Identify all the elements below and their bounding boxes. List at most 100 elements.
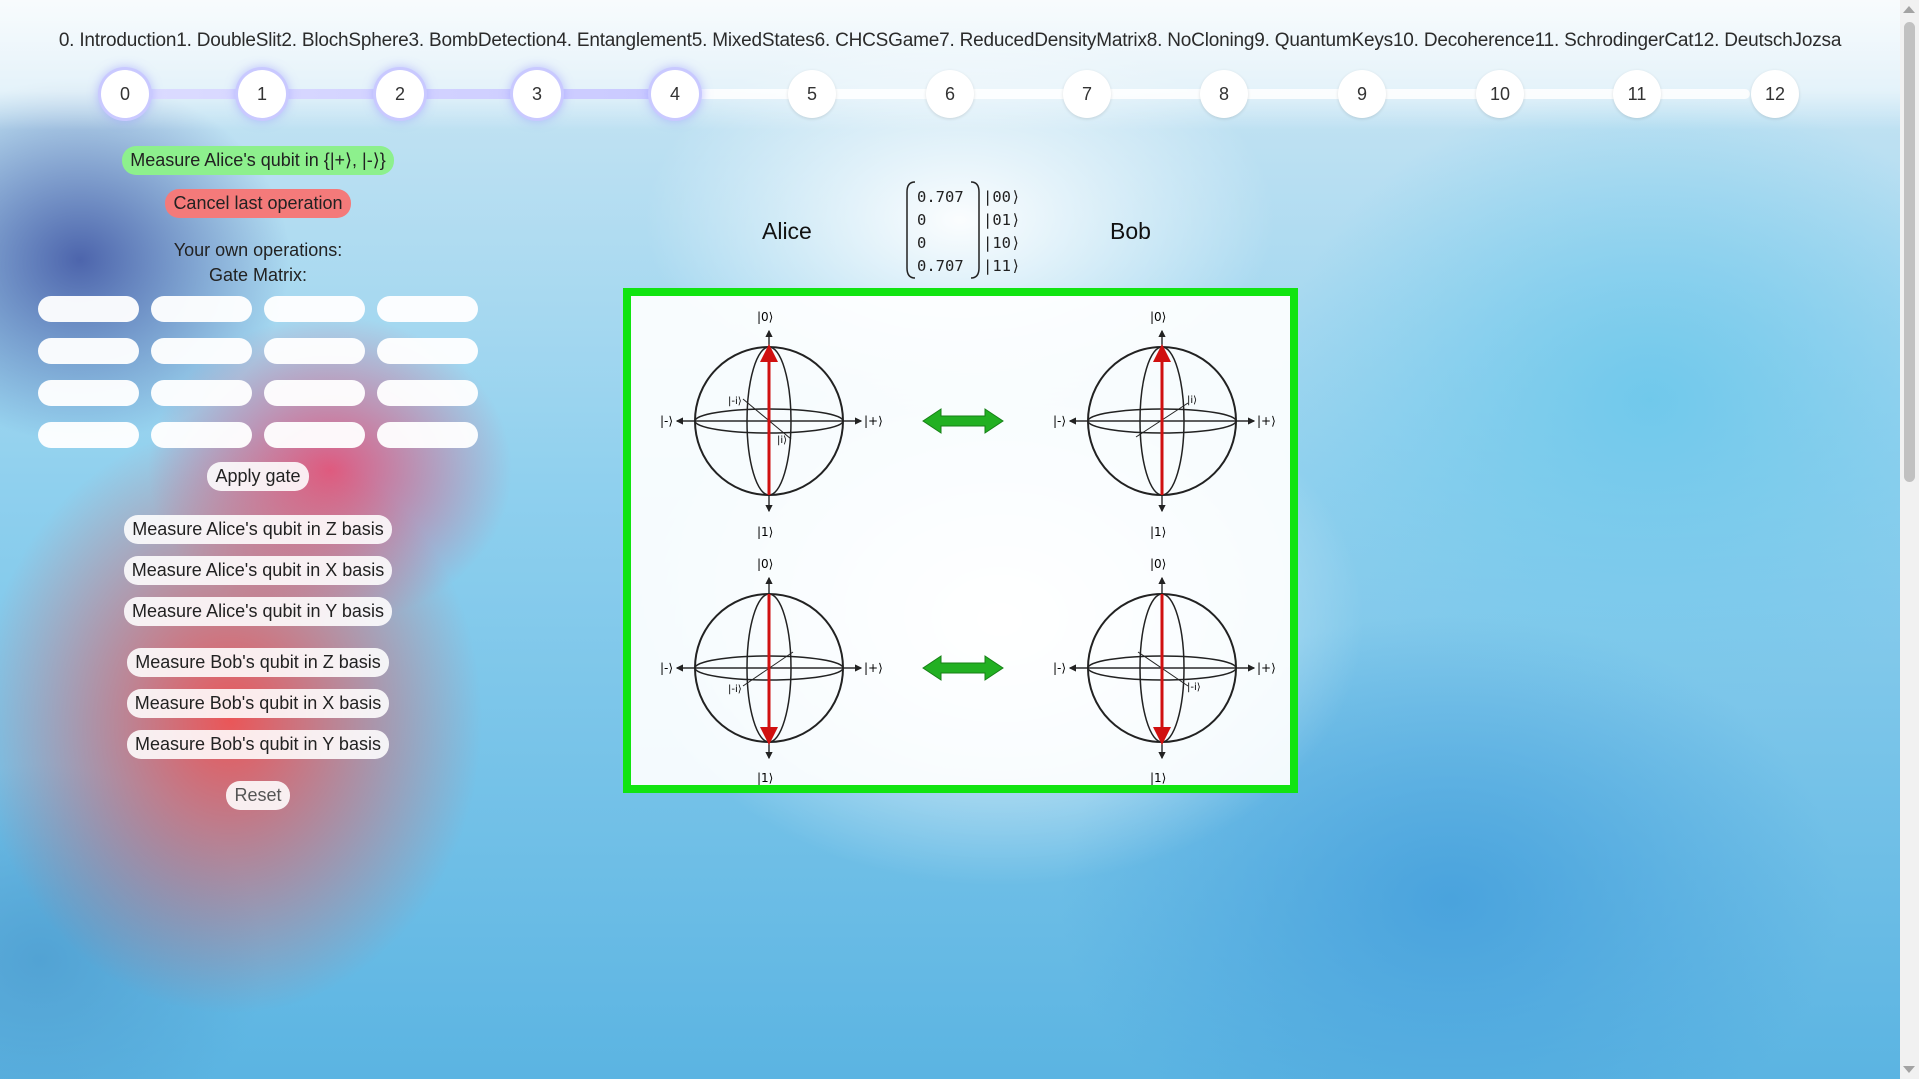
gate-matrix-cell[interactable] <box>151 380 252 406</box>
measure-bob-x-button[interactable]: Measure Bob's qubit in X basis <box>126 689 390 718</box>
measure-alice-plusminus-button[interactable]: Measure Alice's qubit in {|+⟩, |-⟩} <box>122 146 394 175</box>
tutorial-link-10[interactable]: 10. Decoherence <box>1393 30 1535 51</box>
alice-top-plus-label: |+⟩ <box>864 414 883 428</box>
step-2[interactable]: 2 <box>376 70 424 118</box>
alice-top-minus-label: |-⟩ <box>660 414 673 428</box>
step-progress-bar: 0 1 2 3 4 5 6 7 8 9 10 11 12 <box>100 70 1799 118</box>
tutorial-link-4[interactable]: 4. Entanglement <box>556 30 692 51</box>
bob-bottom-one-label: |1⟩ <box>1150 771 1166 785</box>
tutorial-link-9[interactable]: 9. QuantumKeys <box>1254 30 1393 51</box>
tutorial-link-0[interactable]: 0. Introduction <box>59 30 177 51</box>
measure-bob-y-button[interactable]: Measure Bob's qubit in Y basis <box>127 730 389 759</box>
gate-matrix-cell[interactable] <box>38 422 139 448</box>
gate-matrix-cell[interactable] <box>264 422 365 448</box>
gate-matrix-cell[interactable] <box>264 380 365 406</box>
measure-bob-z-button[interactable]: Measure Bob's qubit in Z basis <box>127 648 389 677</box>
tutorial-link-8[interactable]: 8. NoCloning <box>1147 30 1255 51</box>
tutorial-name-list: 0. Introduction1. DoubleSlit2. BlochSphe… <box>0 30 1900 52</box>
step-0[interactable]: 0 <box>101 70 149 118</box>
gate-matrix-label: Gate Matrix: <box>208 265 308 285</box>
gate-matrix-cell[interactable] <box>264 296 365 322</box>
gate-matrix-cell[interactable] <box>377 338 478 364</box>
bloch-sphere-alice-bottom <box>675 576 863 760</box>
amplitude-01: 0 <box>917 211 927 229</box>
gate-matrix-cell[interactable] <box>151 338 252 364</box>
own-operations-label: Your own operations: <box>173 240 343 260</box>
alice-bottom-minus-i-label: |-i⟩ <box>728 684 742 695</box>
step-6[interactable]: 6 <box>926 70 974 118</box>
step-10[interactable]: 10 <box>1476 70 1524 118</box>
tutorial-link-1[interactable]: 1. DoubleSlit <box>176 30 281 51</box>
basis-ket-10: |10⟩ <box>983 234 1021 252</box>
step-4[interactable]: 4 <box>651 70 699 118</box>
tutorial-link-5[interactable]: 5. MixedStates <box>692 30 815 51</box>
tutorial-link-3[interactable]: 3. BombDetection <box>409 30 557 51</box>
bob-label: Bob <box>1110 218 1151 244</box>
bob-top-one-label: |1⟩ <box>1150 525 1166 539</box>
apply-gate-button[interactable]: Apply gate <box>207 462 309 491</box>
page-scrollbar[interactable] <box>1900 0 1919 1079</box>
alice-label: Alice <box>762 218 812 244</box>
alice-bottom-plus-label: |+⟩ <box>864 661 883 675</box>
alice-bottom-zero-label: |0⟩ <box>757 557 773 571</box>
bloch-visualization-panel: |0⟩ |1⟩ |-⟩ |+⟩ |-i⟩ |i⟩ |0⟩ |1⟩ |-⟩ |+⟩… <box>623 288 1298 793</box>
bloch-sphere-bob-top <box>1068 329 1256 513</box>
basis-column: |00⟩ |01⟩ |10⟩ |11⟩ <box>983 186 1033 278</box>
amplitude-column: 0.707 0 0 0.707 <box>917 186 964 278</box>
alice-top-zero-label: |0⟩ <box>757 310 773 324</box>
step-8[interactable]: 8 <box>1200 70 1248 118</box>
gate-matrix-cell[interactable] <box>377 380 478 406</box>
bob-top-minus-label: |-⟩ <box>1053 414 1066 428</box>
step-11[interactable]: 11 <box>1613 70 1661 118</box>
measure-alice-z-button[interactable]: Measure Alice's qubit in Z basis <box>124 515 392 544</box>
cancel-last-operation-button[interactable]: Cancel last operation <box>165 189 351 218</box>
scroll-down-icon[interactable] <box>1903 1066 1915 1073</box>
gate-matrix-cell[interactable] <box>38 380 139 406</box>
step-9[interactable]: 9 <box>1338 70 1386 118</box>
tutorial-link-11[interactable]: 11. SchrodingerCat <box>1535 30 1694 51</box>
bloch-sphere-bob-bottom <box>1068 576 1256 760</box>
scroll-thumb[interactable] <box>1904 22 1915 482</box>
gate-matrix-cell[interactable] <box>377 422 478 448</box>
measure-alice-x-button[interactable]: Measure Alice's qubit in X basis <box>123 556 393 585</box>
step-7[interactable]: 7 <box>1063 70 1111 118</box>
tutorial-link-6[interactable]: 6. CHCSGame <box>815 30 940 51</box>
bob-bottom-minus-label: |-⟩ <box>1053 661 1066 675</box>
step-5[interactable]: 5 <box>788 70 836 118</box>
bloch-sphere-alice-top <box>675 329 863 513</box>
bloch-spheres-svg: |0⟩ |1⟩ |-⟩ |+⟩ |-i⟩ |i⟩ |0⟩ |1⟩ |-⟩ |+⟩… <box>660 310 1276 785</box>
step-1[interactable]: 1 <box>238 70 286 118</box>
reset-button[interactable]: Reset <box>226 781 290 810</box>
alice-top-minus-i-label: |-i⟩ <box>728 396 742 407</box>
bob-bottom-zero-label: |0⟩ <box>1150 557 1166 571</box>
gate-matrix-cell[interactable] <box>38 296 139 322</box>
alice-bottom-one-label: |1⟩ <box>757 771 773 785</box>
tutorial-link-7[interactable]: 7. ReducedDensityMatrix <box>939 30 1147 51</box>
amplitude-10: 0 <box>917 234 927 252</box>
gate-matrix-cell[interactable] <box>38 338 139 364</box>
step-12[interactable]: 12 <box>1751 70 1799 118</box>
gate-matrix-cell[interactable] <box>377 296 478 322</box>
basis-ket-00: |00⟩ <box>983 188 1021 206</box>
gate-matrix-grid <box>38 296 478 448</box>
basis-ket-01: |01⟩ <box>983 211 1021 229</box>
scroll-up-icon[interactable] <box>1903 6 1915 13</box>
gate-matrix-cell[interactable] <box>264 338 365 364</box>
amplitude-00: 0.707 <box>917 188 964 206</box>
basis-ket-11: |11⟩ <box>983 257 1021 275</box>
bob-top-zero-label: |0⟩ <box>1150 310 1166 324</box>
entanglement-arrow-top <box>922 408 1004 434</box>
measure-alice-y-button[interactable]: Measure Alice's qubit in Y basis <box>124 597 392 626</box>
gate-matrix-cell[interactable] <box>151 296 252 322</box>
tutorial-link-12[interactable]: 12. DeutschJozsa <box>1693 30 1841 51</box>
bob-top-i-label: |i⟩ <box>1187 395 1197 406</box>
bob-bottom-plus-label: |+⟩ <box>1257 661 1276 675</box>
alice-top-i-label: |i⟩ <box>777 435 787 446</box>
gate-matrix-cell[interactable] <box>151 422 252 448</box>
alice-bottom-minus-label: |-⟩ <box>660 661 673 675</box>
entanglement-arrow-bottom <box>922 655 1004 681</box>
step-3[interactable]: 3 <box>513 70 561 118</box>
tutorial-link-2[interactable]: 2. BlochSphere <box>281 30 408 51</box>
bob-top-plus-label: |+⟩ <box>1257 414 1276 428</box>
amplitude-11: 0.707 <box>917 257 964 275</box>
